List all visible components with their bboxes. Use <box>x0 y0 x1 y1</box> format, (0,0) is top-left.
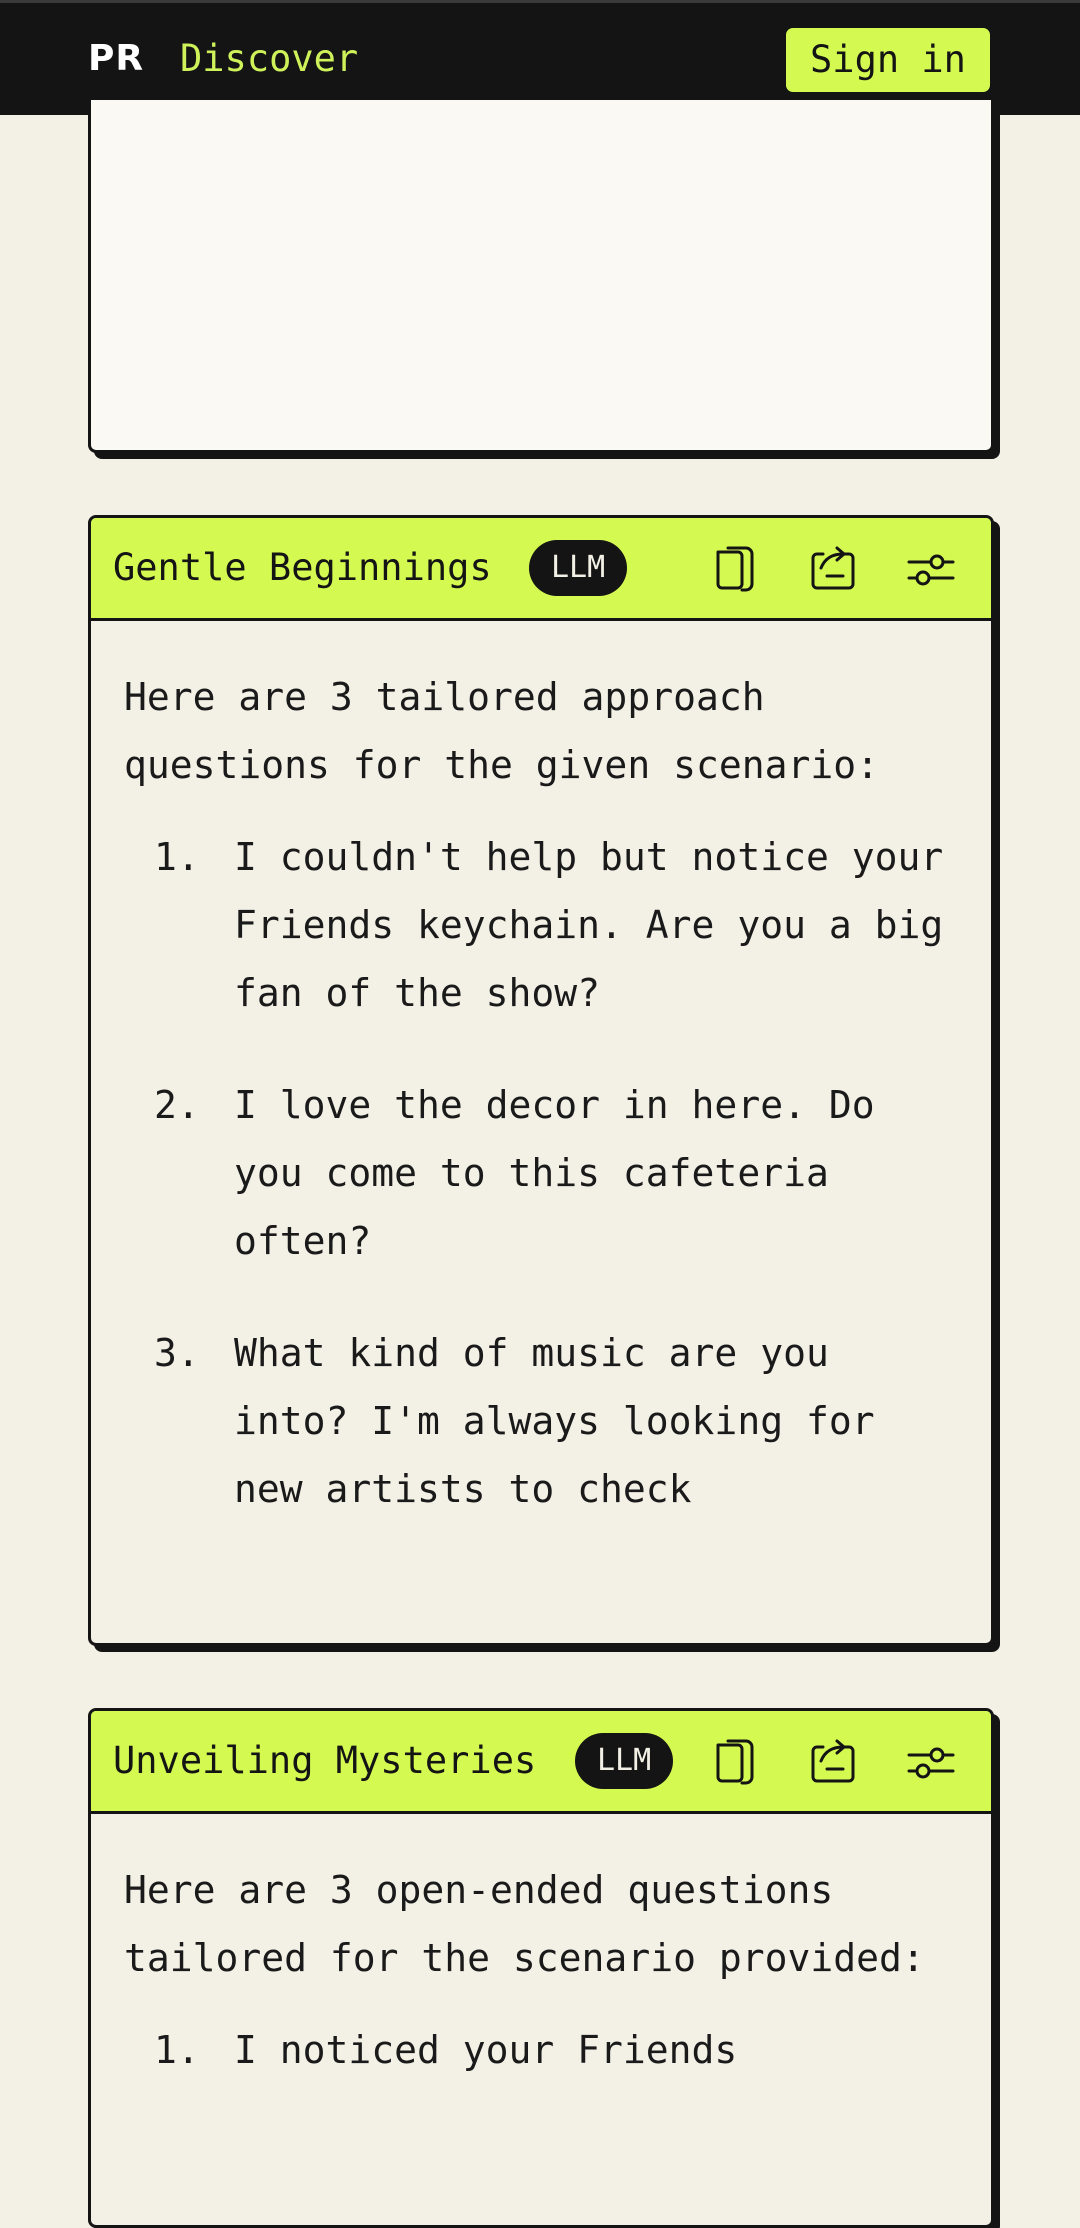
item-text: I noticed your Friends <box>234 2028 738 2072</box>
item-number: 2. <box>154 1083 200 1127</box>
card-body: Here are 3 tailored approach questions f… <box>91 663 991 1523</box>
empty-card-panel <box>88 100 994 453</box>
card-title: Gentle Beginnings <box>113 546 492 589</box>
item-number: 3. <box>154 1331 200 1375</box>
llm-badge: LLM <box>575 1733 674 1789</box>
llm-badge: LLM <box>529 540 628 596</box>
intro-text: Here are 3 open-ended questions tailored… <box>124 1868 925 1980</box>
list-item: 3. What kind of music are you into? I'm … <box>124 1319 961 1523</box>
share-icon[interactable] <box>805 1735 861 1791</box>
card-title: Unveiling Mysteries <box>113 1739 537 1782</box>
item-text: I love the decor in here. Do you come to… <box>234 1083 875 1263</box>
item-text: I couldn't help but notice your Friends … <box>234 835 944 1015</box>
intro-text: Here are 3 tailored approach questions f… <box>124 675 879 787</box>
item-number: 1. <box>154 835 200 879</box>
settings-sliders-icon[interactable] <box>903 542 959 598</box>
list-item: 1. I noticed your Friends <box>124 2016 961 2084</box>
settings-sliders-icon[interactable] <box>903 1735 959 1791</box>
logo[interactable]: PR <box>88 37 144 81</box>
copy-icon[interactable] <box>706 1735 762 1791</box>
item-number: 1. <box>154 2028 200 2072</box>
list-item: 2. I love the decor in here. Do you come… <box>124 1071 961 1275</box>
sign-in-button[interactable]: Sign in <box>786 28 990 92</box>
response-card: Gentle Beginnings LLM Here are 3 tailore… <box>88 515 994 1646</box>
top-navigation-bar: PR Discover Sign in <box>0 0 1080 115</box>
card-body: Here are 3 open-ended questions tailored… <box>91 1856 991 2084</box>
card-header: Gentle Beginnings LLM <box>91 518 991 621</box>
question-list: 1. I couldn't help but notice your Frien… <box>124 823 961 1523</box>
nav-discover-link[interactable]: Discover <box>180 37 358 81</box>
item-text: What kind of music are you into? I'm alw… <box>234 1331 875 1511</box>
share-icon[interactable] <box>805 542 861 598</box>
list-item: 1. I couldn't help but notice your Frien… <box>124 823 961 1027</box>
question-list: 1. I noticed your Friends <box>124 2016 961 2084</box>
response-card: Unveiling Mysteries LLM Here are 3 open-… <box>88 1708 994 2228</box>
card-header: Unveiling Mysteries LLM <box>91 1711 991 1814</box>
copy-icon[interactable] <box>706 542 762 598</box>
